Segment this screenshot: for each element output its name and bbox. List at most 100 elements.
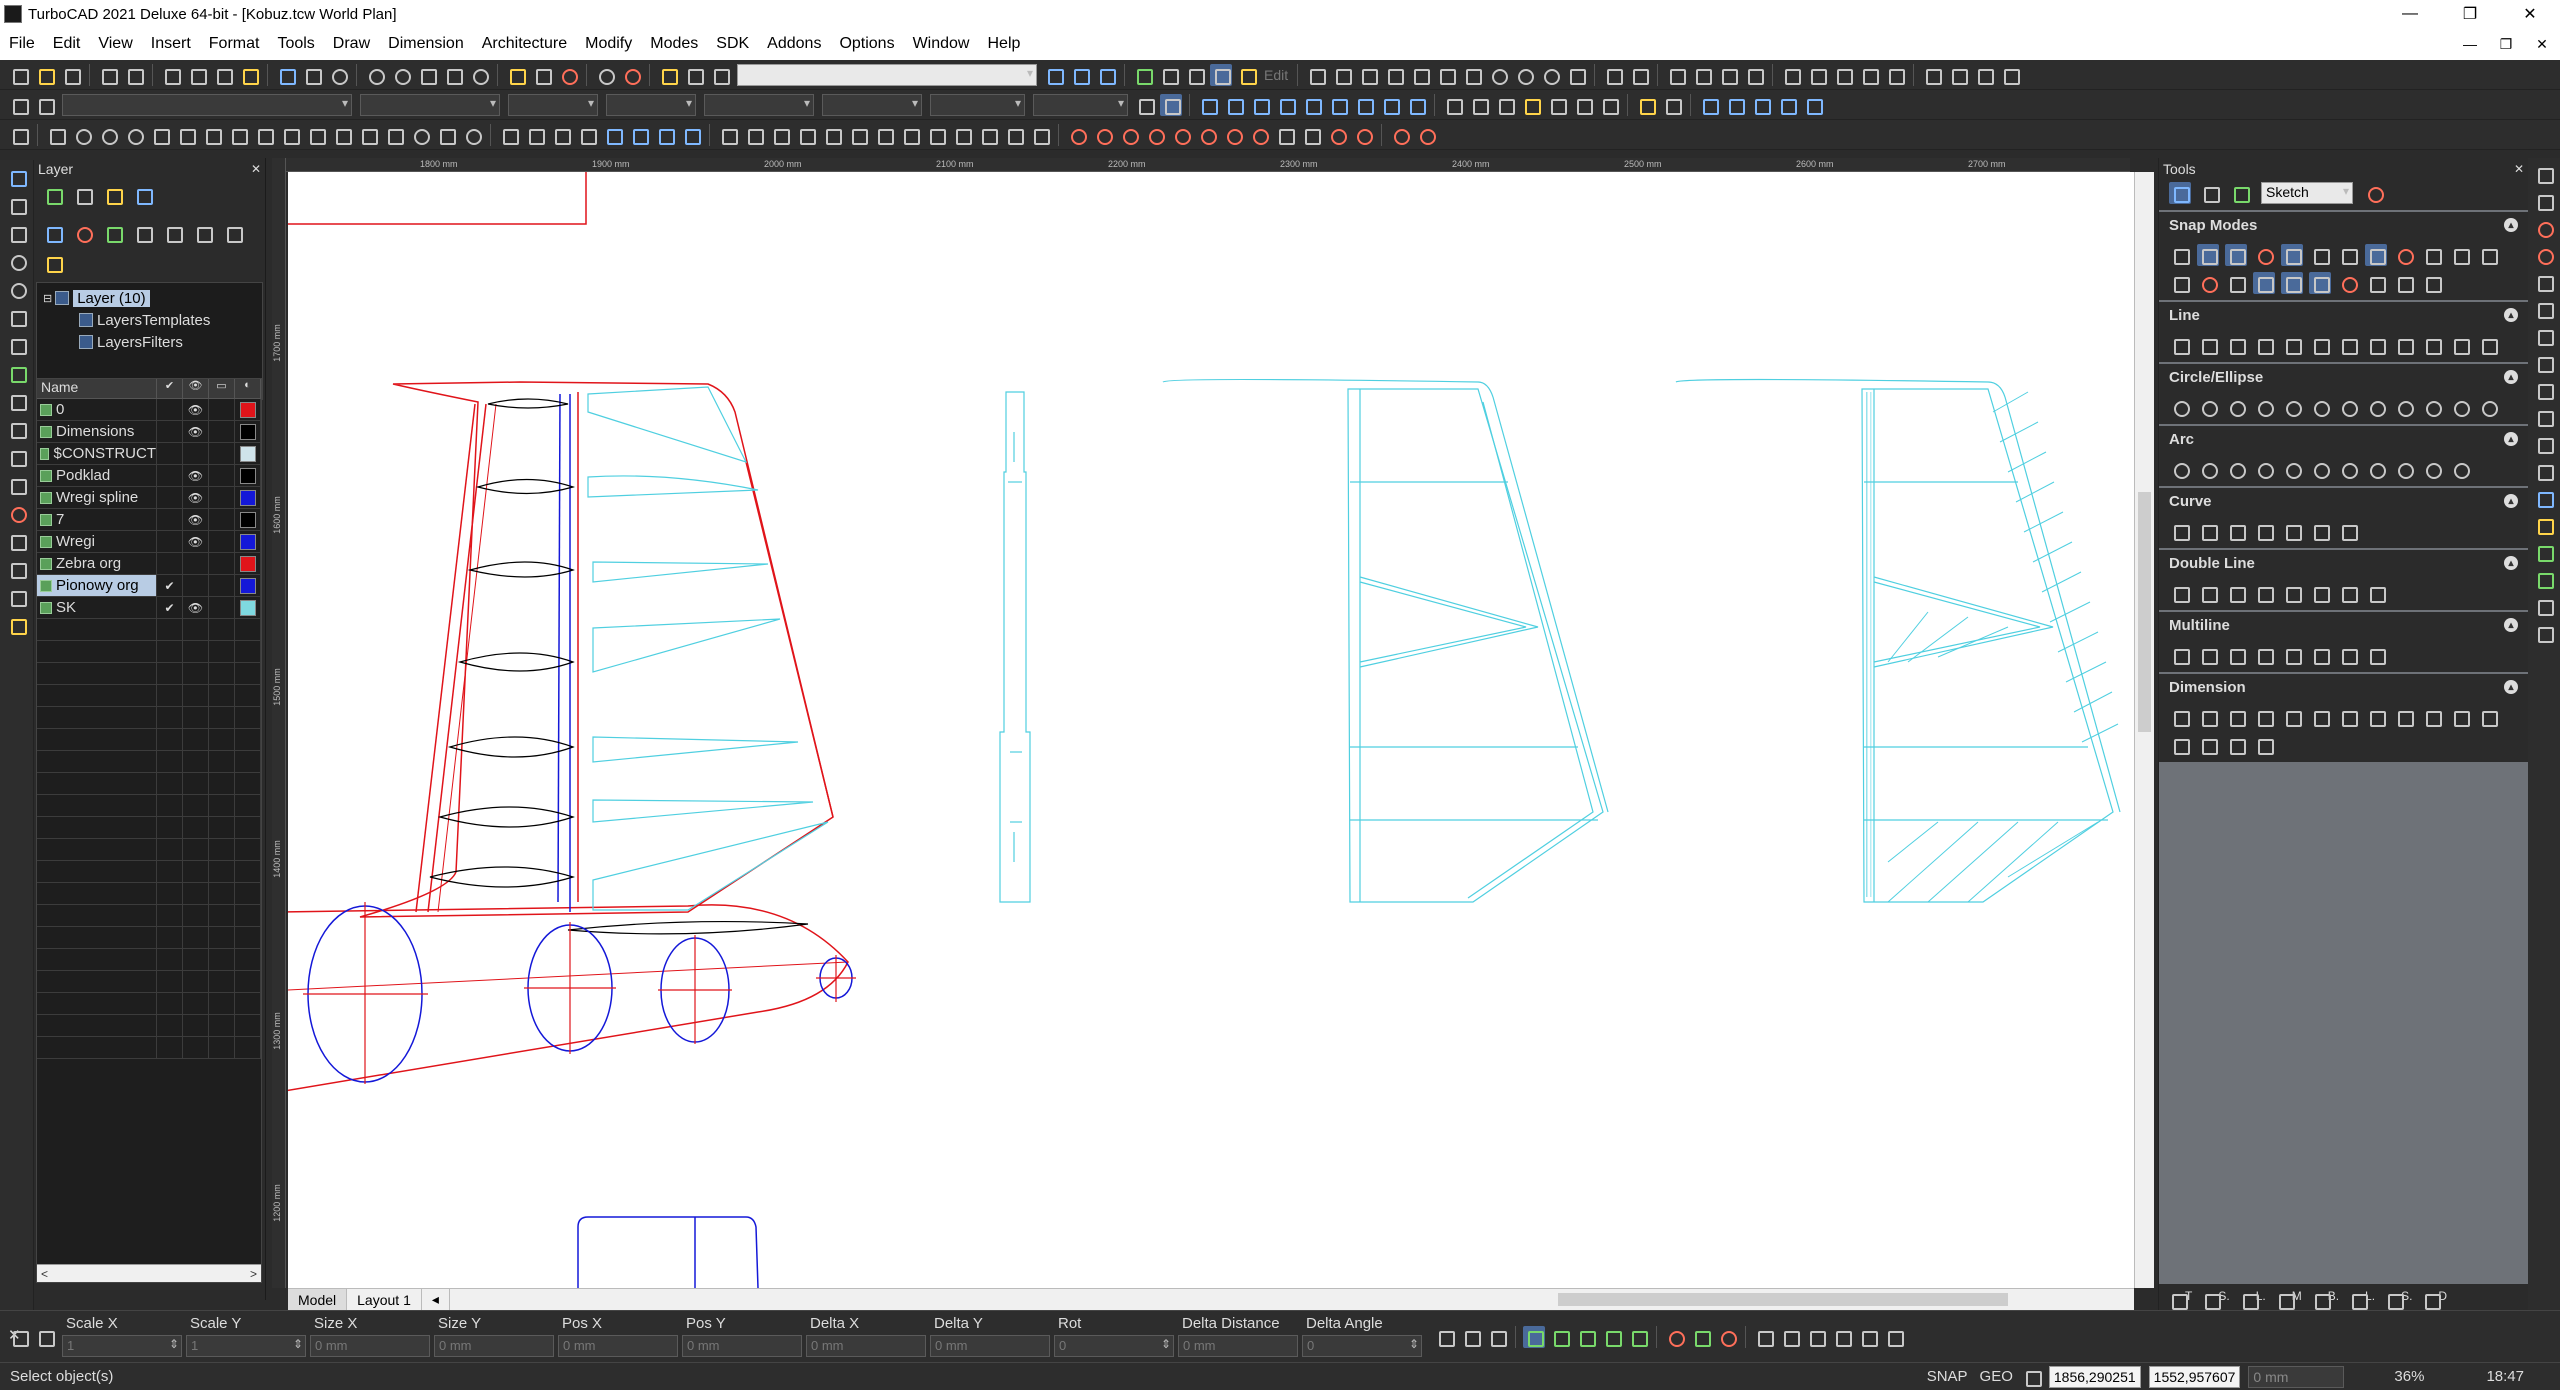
revolve-icon[interactable] [227,124,249,146]
zoom-in-icon[interactable] [364,64,386,86]
layer-color-cell[interactable] [235,531,261,552]
slice-icon[interactable] [576,124,598,146]
tool-button-icon[interactable] [2169,706,2191,728]
zoom-previous-icon[interactable] [468,64,490,86]
project-icon[interactable] [795,124,817,146]
layer-panel-close-icon[interactable]: ✕ [251,162,261,176]
boolean-intersect-icon[interactable] [550,124,572,146]
bring-front-icon[interactable] [1947,64,1969,86]
coord-input[interactable]: 0 mm [930,1334,1050,1357]
select-arrow-icon[interactable] [6,166,28,188]
layer-row[interactable]: 0 👁 [37,399,261,421]
color-combo[interactable] [360,93,500,116]
fillet-tool-icon[interactable] [1628,64,1650,86]
snap-intersect-icon[interactable] [1170,124,1192,146]
tool-button-icon[interactable] [2337,706,2359,728]
plane-icon[interactable] [357,124,379,146]
tool-button-icon[interactable] [2365,244,2387,266]
sweep-icon[interactable] [253,124,275,146]
group-icon[interactable] [683,64,705,86]
tools-panel-tab[interactable]: B. [2308,1289,2339,1310]
layer-row[interactable]: $CONSTRUCT [37,443,261,465]
workplane-reset-icon[interactable] [1572,94,1594,116]
absolute-coords-icon[interactable] [1460,1326,1482,1348]
polygon-select-icon[interactable] [1601,1326,1623,1348]
tool-section-header[interactable]: Circle/Ellipse ▴ [2159,364,2528,390]
properties-icon[interactable] [8,94,30,116]
tool-button-icon[interactable] [2365,334,2387,356]
coord-input[interactable]: 0 [1302,1334,1422,1357]
snap-center-icon[interactable] [1118,124,1140,146]
menu-modes[interactable]: Modes [641,35,707,53]
zoom-level[interactable]: 36% [2388,1368,2430,1385]
walk-icon[interactable] [1776,94,1798,116]
layer-current-toggle[interactable] [157,553,183,574]
geo-indicator[interactable]: GEO [1974,1368,2019,1385]
layer-lock-toggle[interactable] [209,487,235,508]
tool-button-icon[interactable] [2253,458,2275,480]
pen-style-combo[interactable] [704,93,814,116]
tool-button-icon[interactable] [2477,244,2499,266]
tool-button-icon[interactable] [2225,272,2247,294]
tool-button-icon[interactable] [2197,244,2219,266]
tool-button-icon[interactable] [2393,396,2415,418]
tool-button-icon[interactable] [2253,644,2275,666]
tool-button-icon[interactable] [2281,706,2303,728]
tool-button-icon[interactable] [2309,706,2331,728]
drawing-canvas[interactable] [277,172,2134,1289]
coord-input[interactable]: 0 mm [310,1334,430,1357]
tool-button-icon[interactable] [2281,644,2303,666]
layer-visibility-toggle[interactable]: 👁 [183,465,209,486]
tool-button-icon[interactable] [2197,644,2219,666]
materials-icon[interactable] [1236,64,1258,86]
tool-button-icon[interactable] [2393,334,2415,356]
snap-icon[interactable] [505,64,527,86]
layer-lock-toggle-icon[interactable] [42,252,64,274]
scale3d-icon[interactable] [977,124,999,146]
lineweight-combo[interactable] [606,93,696,116]
wireframe-icon[interactable] [1158,64,1180,86]
layer-color-cell[interactable] [235,597,261,618]
view-left-icon[interactable] [1249,94,1271,116]
mesh-icon[interactable] [331,124,353,146]
layer-visibility-toggle[interactable]: 👁 [183,399,209,420]
undo-icon[interactable] [275,64,297,86]
coord-input[interactable]: 0 mm [1178,1334,1298,1357]
snap-off-icon[interactable] [1326,124,1348,146]
tool-button-icon[interactable] [2169,582,2191,604]
collapse-icon[interactable]: ▴ [2504,432,2518,446]
image-icon[interactable] [6,530,28,552]
menu-draw[interactable]: Draw [324,35,379,53]
measure-ruler-icon[interactable] [6,558,28,580]
grid-pick-icon[interactable] [1831,1326,1853,1348]
column-name[interactable]: Name [37,379,157,398]
tool-button-icon[interactable] [2477,706,2499,728]
gear-red-icon[interactable] [6,502,28,524]
tool-button-icon[interactable] [2197,396,2219,418]
snap-magnetic-icon[interactable] [1389,124,1411,146]
hatch-icon[interactable] [6,362,28,384]
tool-button-icon[interactable] [2169,734,2191,756]
tool-button-icon[interactable] [2365,706,2387,728]
help-pointer-icon[interactable] [1043,64,1065,86]
selection-info-icon[interactable] [2533,217,2555,239]
command-combo[interactable] [737,63,1037,86]
library-icon[interactable] [2533,271,2555,293]
rotate-copy-icon[interactable] [1690,1326,1712,1348]
redo-icon[interactable] [301,64,323,86]
layer-down-icon[interactable] [222,222,244,244]
layer-visibility-toggle[interactable]: 👁 [183,597,209,618]
tool-button-icon[interactable] [2421,458,2443,480]
layer-row[interactable]: 7 👁 [37,509,261,531]
column-current-icon[interactable]: ✔ [157,379,183,398]
menu-help[interactable]: Help [978,35,1029,53]
chamfer3d-icon[interactable] [628,124,650,146]
insert-icon[interactable] [6,390,28,412]
tool-button-icon[interactable] [2197,582,2219,604]
tool-button-icon[interactable] [2253,706,2275,728]
quick-render-icon[interactable] [1210,63,1232,86]
layer-template-icon[interactable] [132,184,154,206]
layer-lock-toggle[interactable] [209,421,235,442]
tool-button-icon[interactable] [2421,706,2443,728]
flatten-icon[interactable] [769,124,791,146]
